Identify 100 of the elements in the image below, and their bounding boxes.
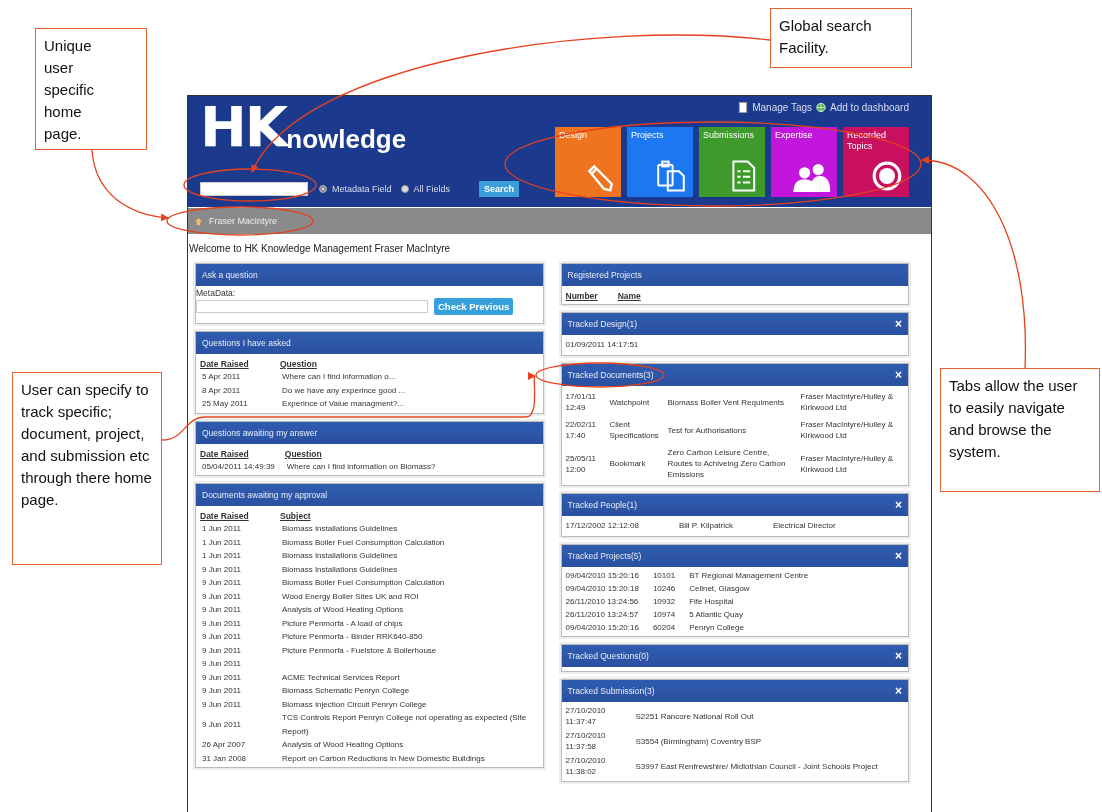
panel-title: Documents awaiting my approval xyxy=(202,490,328,500)
table-cell-text: 8 Apr 2011 xyxy=(201,384,242,397)
table-cell-text: Biomass Injection Circuit Penryn College xyxy=(281,698,428,711)
table-cell-text: 9 Jun 2011 xyxy=(201,698,242,711)
table-cell-text: Fraser MacIntyre/Hulley & Kirkwood Ltd xyxy=(800,452,894,476)
target-icon xyxy=(871,160,903,192)
table-cell-text: East Renfrewshire/ Midlothian Council - Joint Schools Project xyxy=(660,760,879,773)
column-header: Date Raised xyxy=(200,445,285,460)
panel-title: Tracked Design(1) xyxy=(567,319,638,329)
table-cell: Client Specifications xyxy=(609,416,668,444)
table-cell: 22/02/11 17:40 xyxy=(565,416,610,444)
table-cell-text: 5 Atlantic Quay xyxy=(689,609,744,621)
table-cell-text: Fife Hospital xyxy=(689,596,735,608)
table-cell: 27/10/2010 11:38:02 xyxy=(565,754,636,779)
column-header: Number xyxy=(565,288,618,302)
table-cell-text: Do we have any experince good ... xyxy=(281,384,407,397)
table-cell-text: ACME Technical Services Report xyxy=(281,671,401,684)
table-cell: 10974 xyxy=(652,608,690,621)
table-cell-text: 05/04/2011 14:49:39 xyxy=(201,460,276,473)
table-cell: S2251 xyxy=(635,704,661,729)
metadata-field[interactable] xyxy=(196,300,428,313)
field-label: MetaData: xyxy=(196,288,236,298)
nav-tile[interactable]: Projects xyxy=(627,127,693,197)
nav-tile[interactable]: Expertise xyxy=(771,127,837,197)
panel-title: Tracked Projects(5) xyxy=(567,551,642,561)
table-cell: 09/04/2010 15:20:16 xyxy=(565,569,653,582)
table-cell-text: Picture Penmorfa - A load of chips xyxy=(281,617,404,630)
column-header: Date Raised xyxy=(200,356,280,370)
table-cell: 17/01/11 12:49 xyxy=(565,388,610,416)
table-cell: S3997 xyxy=(635,754,661,779)
manage-tags-link[interactable]: Manage Tags xyxy=(752,102,813,113)
table-cell-text: Test for Authorisations xyxy=(667,424,748,437)
logo-mark: HK xyxy=(200,102,287,152)
callout: Tabs allow the user to easily navigate and browse the system. xyxy=(940,368,1100,492)
table-cell-text: 9 Jun 2011 xyxy=(201,604,242,616)
table-cell-text: 1 Jun 2011 xyxy=(201,536,242,549)
table-cell-text: Biomass Boiler Fuel Consumption Calculation xyxy=(281,577,446,589)
table-cell-text: 9 Jun 2011 xyxy=(201,658,242,670)
table-cell-text: Wood Energy Boiler Sites UK and ROI xyxy=(281,590,420,603)
page-icon xyxy=(738,102,749,113)
table-cell-text: Rancore National Roll Out xyxy=(660,710,755,723)
table-cell-text: 9 Jun 2011 xyxy=(201,671,242,684)
table-cell: 60204 xyxy=(652,621,690,634)
table-cell-text: Biomass Installations Guidelines xyxy=(281,563,399,576)
table-cell: Bill P. Kilpatrick xyxy=(678,518,773,534)
table-cell-text: Electrical Director xyxy=(773,520,837,532)
column-header: Question xyxy=(280,358,318,370)
clipboard-icon xyxy=(655,160,687,192)
close-button[interactable]: × xyxy=(895,318,902,330)
table-cell-text: 5 Apr 2011 xyxy=(201,371,242,383)
table-cell: 17/12/2002 12:12:08 xyxy=(565,518,679,534)
close-button[interactable]: × xyxy=(895,650,902,662)
column-header: Question xyxy=(284,447,323,460)
table-cell: 25/05/11 12:00 xyxy=(565,444,610,483)
welcome-text: Welcome to HK Knowledge Management Fraser MacIntyre xyxy=(188,242,452,256)
table-cell-text: Fraser MacIntyre/Hulley & Kirkwood Ltd xyxy=(800,419,894,442)
table-cell-text: Picture Penmorfa - Binder RRK640-850 xyxy=(281,631,424,643)
nav-tile[interactable]: Recorded Topics xyxy=(843,127,909,197)
table-cell-text: Where can I find information o... xyxy=(281,371,397,383)
table-cell: Watchpoint xyxy=(609,388,668,416)
home-icon xyxy=(194,216,203,226)
table-cell-text: Analysis of Wood Heating Options xyxy=(281,604,405,616)
close-button[interactable]: × xyxy=(895,685,902,697)
table-cell-text: Zero Carbon Leisure Centre, Routes to Achiveing Zero Carbon Emissions xyxy=(667,447,787,481)
close-button[interactable]: × xyxy=(895,369,902,381)
panel-title: Ask a question xyxy=(202,270,258,280)
column-header: Date Raised xyxy=(200,508,280,522)
panel-title: Tracked Questions(0) xyxy=(567,651,649,661)
table-cell: 27/10/2010 11:37:58 xyxy=(565,729,636,754)
close-button[interactable]: × xyxy=(895,550,902,562)
callout: Global search Facility. xyxy=(770,8,912,68)
table-cell-text: 9 Jun 2011 xyxy=(201,685,242,697)
search-field[interactable] xyxy=(200,182,308,196)
add-to-dashboard-link[interactable]: Add to dashboard xyxy=(830,102,909,113)
panel-title: Tracked Documents(3) xyxy=(567,370,654,380)
table-cell-text: Biomass Schematic Penryn College xyxy=(281,685,411,697)
table-cell: 26/11/2010 13:24:56 xyxy=(565,595,653,608)
table-cell-text: 01/09/2011 14:17:51 xyxy=(565,339,640,351)
table-cell-text: Experince of Value managment?... xyxy=(281,398,406,410)
table-cell-text: Cellnet, Glasgow xyxy=(689,583,751,595)
table-cell-text: 9 Jun 2011 xyxy=(201,590,242,603)
table-cell-text: 31 Jan 2008 xyxy=(201,752,248,765)
table-cell-text: 9 Jun 2011 xyxy=(201,644,242,657)
table-cell-text: Biomass Installations Guidelines xyxy=(281,523,399,535)
table-cell: 10246 xyxy=(652,582,690,595)
table-cell: 27/10/2010 11:37:47 xyxy=(565,704,636,729)
table-cell: 10101 xyxy=(652,569,690,582)
radio-button[interactable] xyxy=(400,185,409,193)
panel-title: Questions awaiting my answer xyxy=(202,427,318,438)
table-cell-text: 9 Jun 2011 xyxy=(201,631,242,643)
radio-button[interactable] xyxy=(319,185,327,193)
table-cell: Bookmark xyxy=(609,444,668,483)
table-cell-text: Analysis of Wood Heating Options xyxy=(281,739,405,751)
close-button[interactable]: × xyxy=(895,499,902,511)
table-cell-text: Biomass Boiler Fuel Consumption Calculation xyxy=(281,536,446,549)
table-cell-text: 1 Jun 2011 xyxy=(201,523,242,535)
column-header: Subject xyxy=(280,510,312,522)
nav-tile[interactable]: Submissions xyxy=(699,127,765,197)
table-cell-text: 9 Jun 2011 xyxy=(201,577,242,589)
globe-icon xyxy=(816,102,827,113)
